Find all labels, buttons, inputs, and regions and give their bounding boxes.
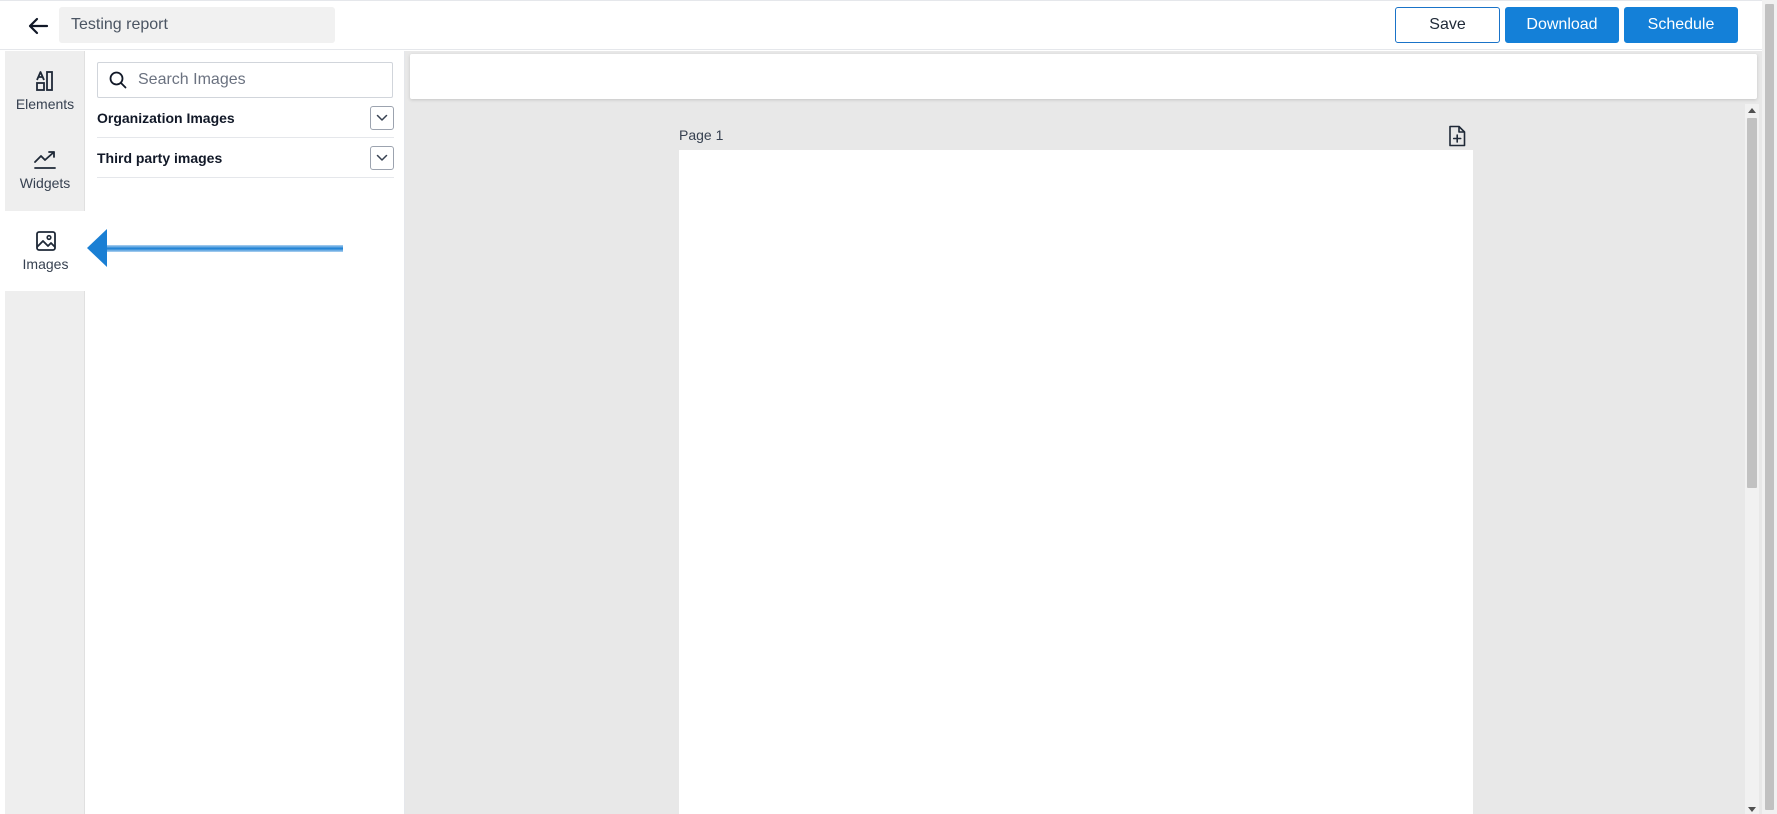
chart-line-icon <box>34 151 56 169</box>
workspace-scrollbar[interactable] <box>1745 104 1759 814</box>
top-bar: Testing report Save Download Schedule <box>0 0 1777 50</box>
image-icon <box>35 231 56 251</box>
sidebar-item-widgets[interactable]: Widgets <box>5 131 85 211</box>
arrow-left-icon <box>28 17 49 35</box>
search-icon <box>98 63 138 97</box>
page-label: Page 1 <box>679 127 724 143</box>
save-button[interactable]: Save <box>1395 7 1500 43</box>
chevron-down-icon[interactable] <box>370 105 394 130</box>
sidebar-item-elements[interactable]: Elements <box>5 51 85 131</box>
add-page-icon <box>1449 125 1466 147</box>
accordion-title: Organization Images <box>97 109 235 126</box>
images-panel: Organization Images Third party images <box>86 51 405 814</box>
report-title-input[interactable]: Testing report <box>59 7 335 43</box>
chevron-down-icon[interactable] <box>370 145 394 170</box>
scrollbar-thumb[interactable] <box>1765 4 1774 810</box>
add-page-button[interactable] <box>1448 125 1468 147</box>
back-button[interactable] <box>24 13 52 39</box>
sidebar-item-images[interactable]: Images <box>5 211 86 291</box>
formatting-toolbar <box>410 54 1757 99</box>
sidebar-item-label: Images <box>22 256 69 272</box>
scroll-down-icon[interactable] <box>1748 807 1756 812</box>
elements-icon <box>36 71 53 91</box>
download-button[interactable]: Download <box>1505 7 1619 43</box>
accordion-title: Third party images <box>97 149 223 166</box>
sidebar-rail: Elements Widgets Images <box>5 51 86 814</box>
annotation-arrow <box>87 229 343 267</box>
scroll-up-icon[interactable] <box>1748 108 1756 113</box>
sidebar-item-label: Widgets <box>19 175 71 191</box>
accordion-organization-images[interactable]: Organization Images <box>97 98 394 138</box>
scrollbar-thumb[interactable] <box>1747 118 1757 488</box>
sidebar-item-label: Elements <box>15 96 75 112</box>
search-box <box>97 62 393 98</box>
accordion-third-party-images[interactable]: Third party images <box>97 138 394 178</box>
search-input[interactable] <box>138 71 378 89</box>
page-scrollbar[interactable] <box>1762 0 1777 814</box>
report-workspace: Page 1 <box>405 51 1762 814</box>
schedule-button[interactable]: Schedule <box>1624 7 1738 43</box>
report-page[interactable] <box>679 150 1473 814</box>
